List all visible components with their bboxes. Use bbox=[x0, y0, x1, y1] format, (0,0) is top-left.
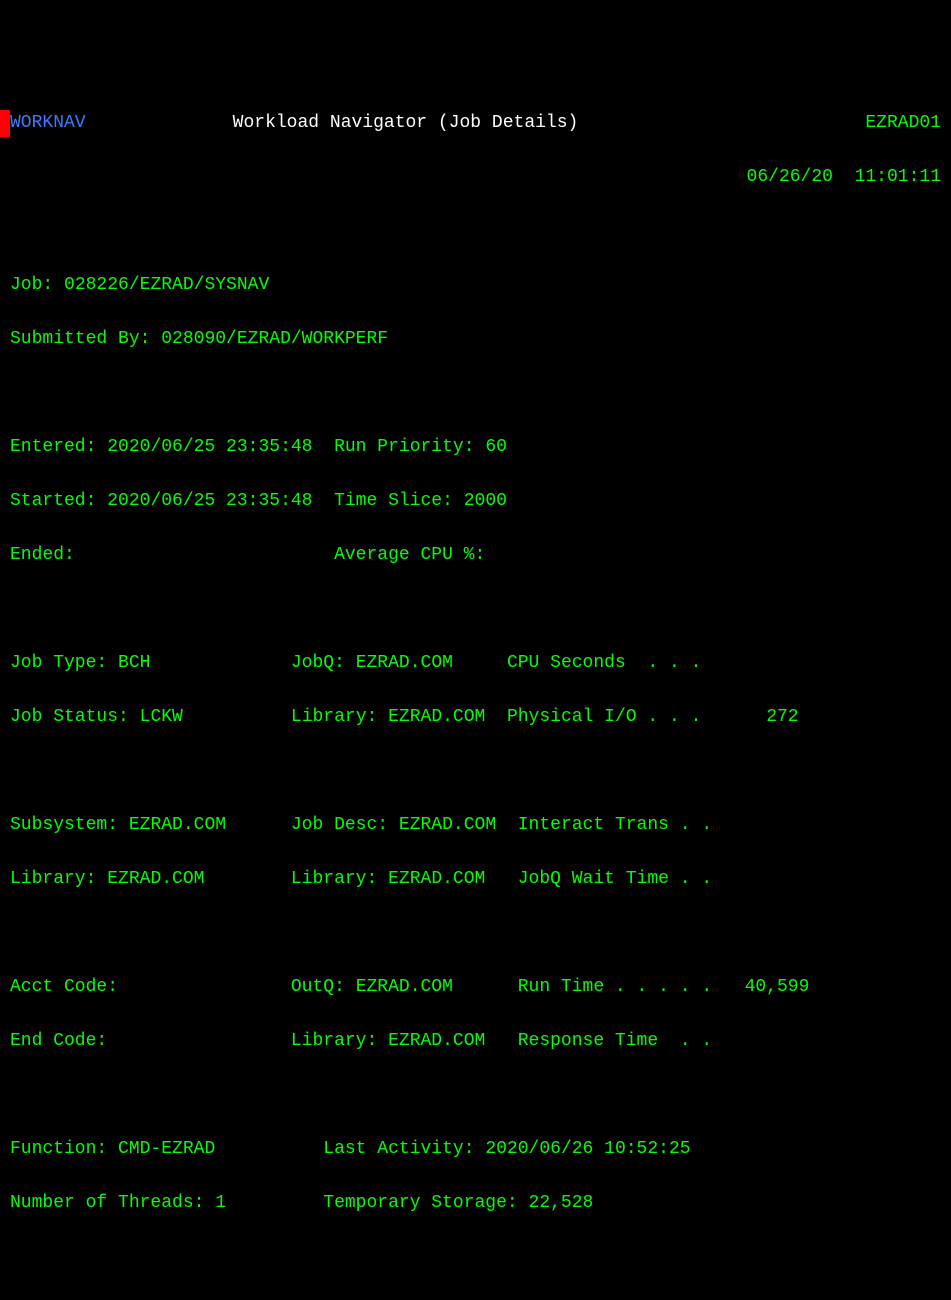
last-activity-value: 2020/06/26 10:52:25 bbox=[485, 1139, 690, 1159]
library-value-2: EZRAD.COM bbox=[107, 869, 204, 889]
time-slice-label: Time Slice: bbox=[334, 491, 453, 511]
function-label: Function: bbox=[10, 1139, 107, 1159]
response-time-label: Response Time . . bbox=[518, 1031, 712, 1051]
job-type-value: BCH bbox=[118, 653, 150, 673]
ended-label: Ended: bbox=[10, 545, 75, 565]
threads-value: 1 bbox=[215, 1193, 226, 1213]
library-label-4: Library: bbox=[291, 1031, 377, 1051]
interact-trans-label: Interact Trans . . bbox=[518, 815, 712, 835]
job-desc-label: Job Desc: bbox=[291, 815, 388, 835]
job-status-label: Job Status: bbox=[10, 707, 129, 727]
page-title: Workload Navigator (Job Details) bbox=[90, 110, 721, 137]
entered-label: Entered: bbox=[10, 437, 96, 457]
header-time: 11:01:11 bbox=[855, 167, 941, 187]
jobq-value: EZRAD.COM bbox=[356, 653, 453, 673]
entered-value: 2020/06/25 23:35:48 bbox=[107, 437, 312, 457]
outq-label: OutQ: bbox=[291, 977, 345, 997]
last-activity-label: Last Activity: bbox=[323, 1139, 474, 1159]
system-name: EZRAD01 bbox=[721, 110, 951, 137]
submitted-by-label: Submitted By: bbox=[10, 329, 150, 349]
run-time-label: Run Time . . . . . bbox=[518, 977, 712, 997]
temp-storage-value: 22,528 bbox=[529, 1193, 594, 1213]
job-type-label: Job Type: bbox=[10, 653, 107, 673]
temp-storage-label: Temporary Storage: bbox=[323, 1193, 517, 1213]
function-value: CMD-EZRAD bbox=[118, 1139, 215, 1159]
subsystem-label: Subsystem: bbox=[10, 815, 118, 835]
jobq-wait-label: JobQ Wait Time . . bbox=[518, 869, 712, 889]
run-time-value: 40,599 bbox=[745, 977, 810, 997]
time-slice-value: 2000 bbox=[464, 491, 507, 511]
library-label-2: Library: bbox=[10, 869, 96, 889]
started-value: 2020/06/25 23:35:48 bbox=[107, 491, 312, 511]
job-status-value: LCKW bbox=[140, 707, 183, 727]
threads-label: Number of Threads: bbox=[10, 1193, 204, 1213]
library-label-1: Library: bbox=[291, 707, 377, 727]
job-desc-value: EZRAD.COM bbox=[399, 815, 496, 835]
avg-cpu-label: Average CPU %: bbox=[334, 545, 485, 565]
physical-io-value: 272 bbox=[766, 707, 798, 727]
started-label: Started: bbox=[10, 491, 96, 511]
acct-code-label: Acct Code: bbox=[10, 977, 118, 997]
cpu-seconds-label: CPU Seconds . . . bbox=[507, 653, 701, 673]
subsystem-value: EZRAD.COM bbox=[129, 815, 226, 835]
end-code-label: End Code: bbox=[10, 1031, 107, 1051]
run-priority-value: 60 bbox=[485, 437, 507, 457]
outq-value: EZRAD.COM bbox=[356, 977, 453, 997]
cursor-indicator bbox=[0, 110, 10, 137]
physical-io-label: Physical I/O . . . bbox=[507, 707, 701, 727]
job-label: Job: bbox=[10, 275, 53, 295]
job-value: 028226/EZRAD/SYSNAV bbox=[64, 275, 269, 295]
library-value-3: EZRAD.COM bbox=[388, 869, 485, 889]
submitted-by-value: 028090/EZRAD/WORKPERF bbox=[161, 329, 388, 349]
jobq-label: JobQ: bbox=[291, 653, 345, 673]
screen-id: WORKNAV bbox=[10, 113, 86, 133]
run-priority-label: Run Priority: bbox=[334, 437, 474, 457]
library-value-4: EZRAD.COM bbox=[388, 1031, 485, 1051]
header-date: 06/26/20 bbox=[747, 167, 833, 187]
library-label-3: Library: bbox=[291, 869, 377, 889]
library-value-1: EZRAD.COM bbox=[388, 707, 485, 727]
